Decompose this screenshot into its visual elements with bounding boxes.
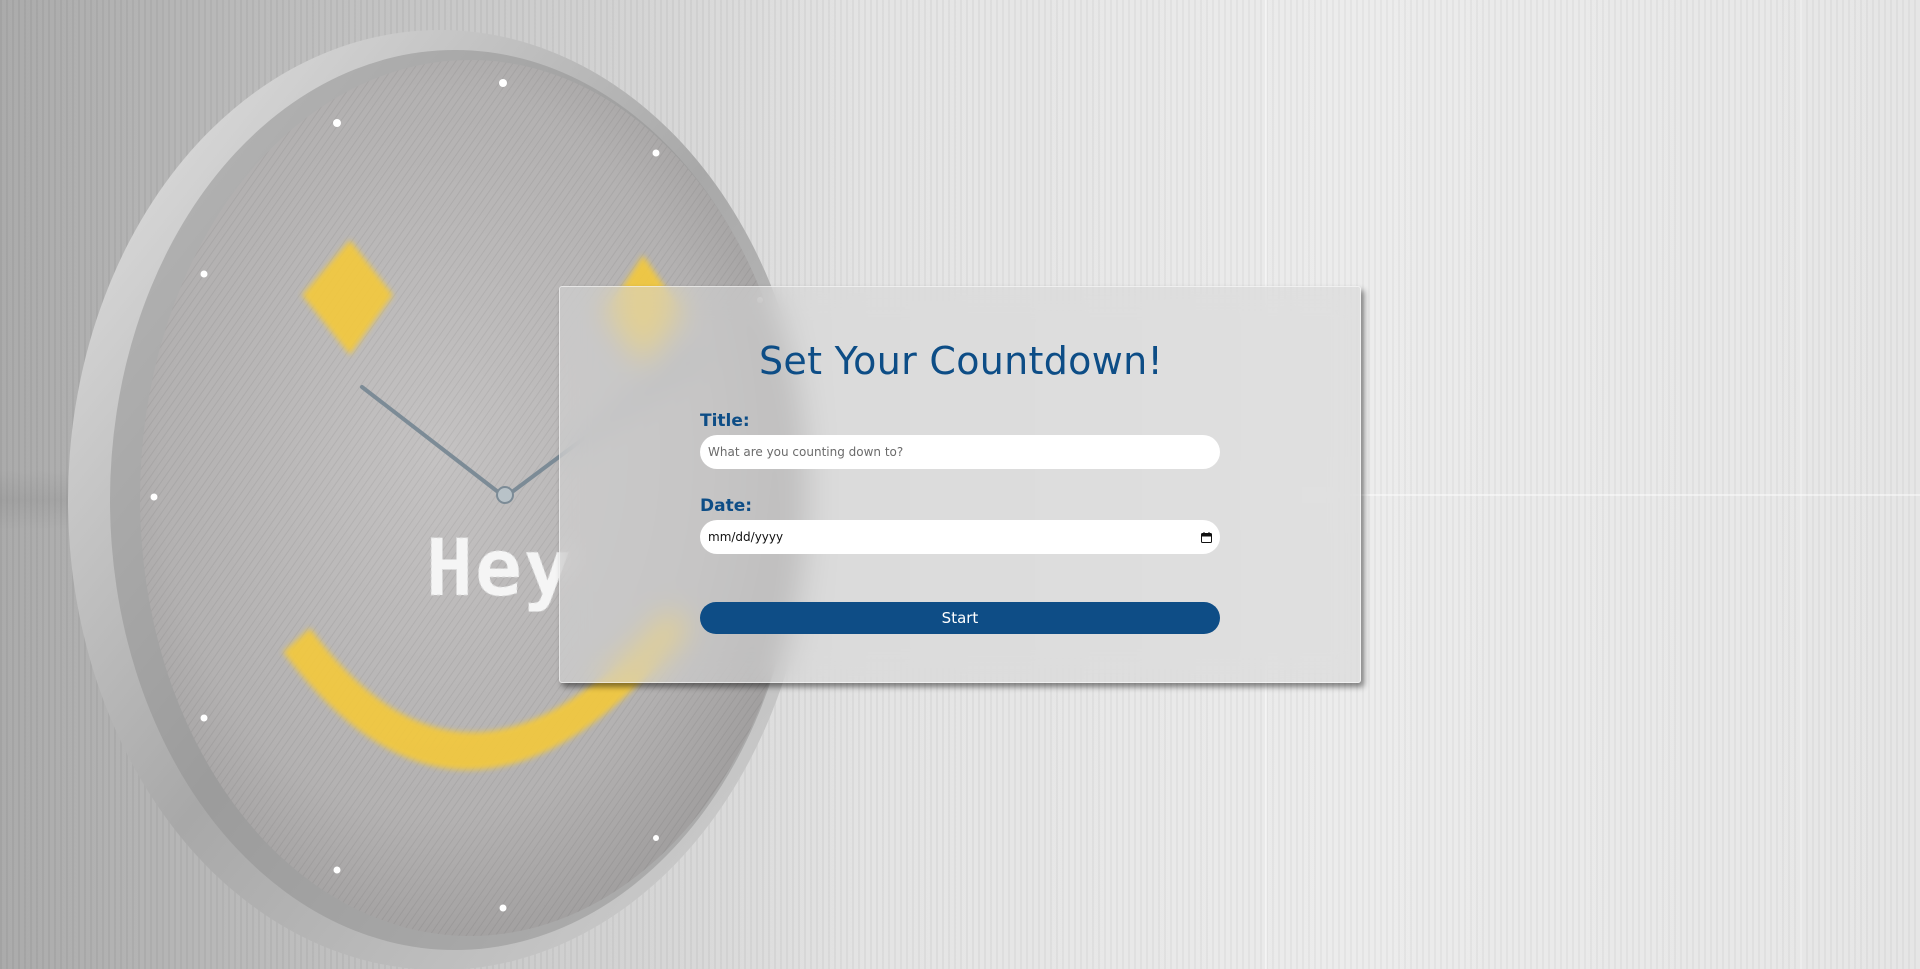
start-button[interactable]: Start [700,602,1220,634]
date-input-value: mm/dd/yyyy [708,530,784,544]
calendar-icon[interactable] [1201,531,1212,543]
title-input-placeholder: What are you counting down to? [708,445,904,459]
date-input[interactable]: mm/dd/yyyy [700,520,1220,554]
date-label: Date: [700,496,753,516]
title-input[interactable]: What are you counting down to? [700,435,1220,469]
clock-display-text: Hey [426,524,573,614]
clock-center-cap [496,486,514,504]
title-label: Title: [700,411,750,431]
page-title: Set Your Countdown! [759,339,1163,383]
countdown-form-panel: Set Your Countdown! Title: What are you … [559,286,1361,683]
